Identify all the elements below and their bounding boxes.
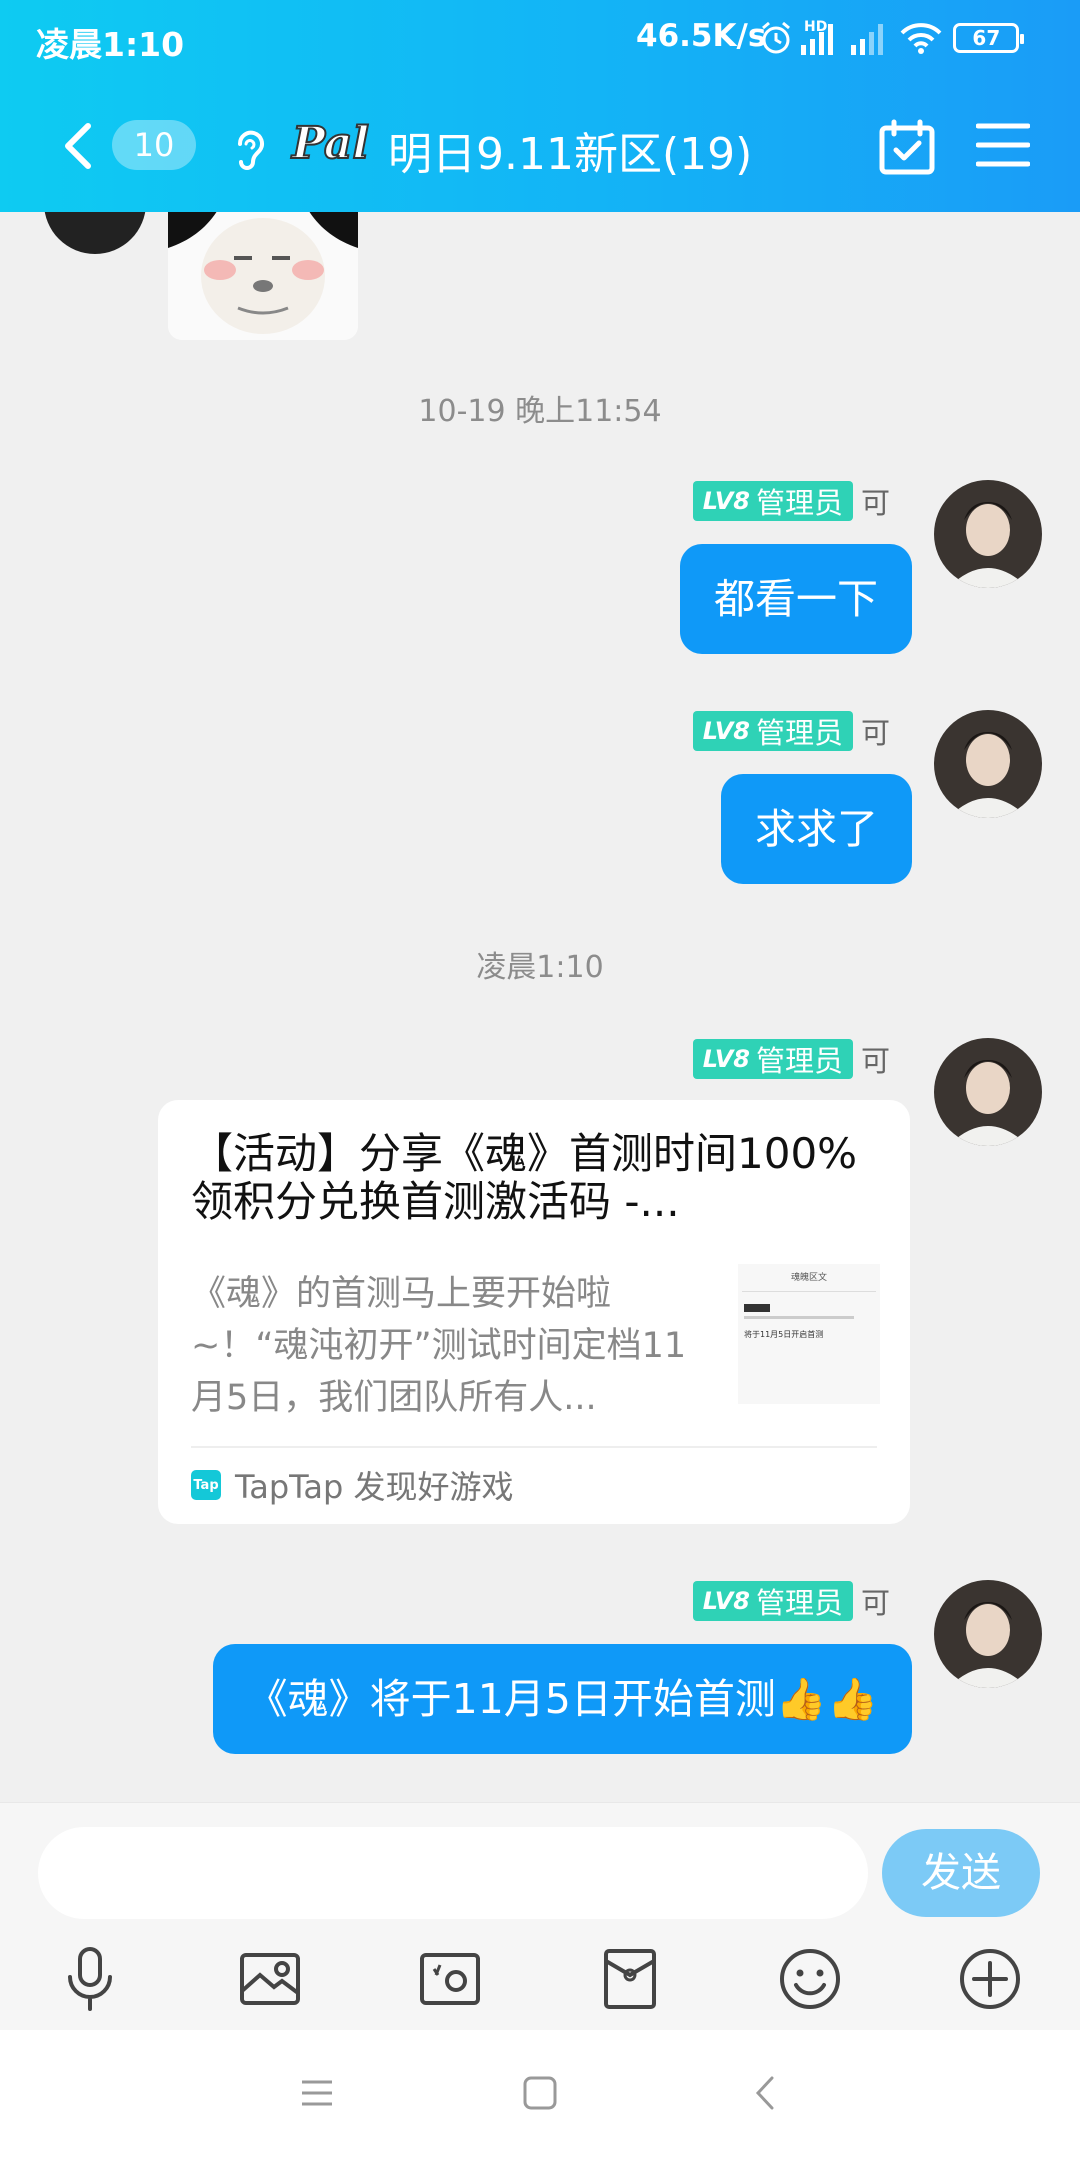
- sender-meta: LV8 管理员 可: [692, 1580, 890, 1622]
- status-icons: HD 67: [758, 18, 1025, 58]
- message-bubble[interactable]: 《魂》将于11月5日开始首测👍👍: [212, 1644, 912, 1754]
- thumb-divider: [742, 1291, 876, 1292]
- signal-icon-1: [801, 24, 834, 55]
- avatar-portrait-icon: [934, 1580, 1042, 1688]
- input-panel: 发送: [0, 1802, 1080, 2030]
- message-input[interactable]: [38, 1827, 868, 1919]
- group-logo-text: Pal: [290, 118, 369, 169]
- taptap-icon: Tap: [191, 1470, 221, 1500]
- avatar[interactable]: [44, 212, 146, 254]
- send-button[interactable]: 发送: [882, 1829, 1040, 1917]
- level-label: LV8: [702, 487, 750, 515]
- home-icon[interactable]: [515, 2068, 565, 2118]
- network-speed: 46.5K/s: [636, 18, 767, 54]
- thumb-heading: 魂魄区文: [790, 1273, 827, 1283]
- alarm-icon: [762, 21, 790, 54]
- microphone-icon[interactable]: [54, 1943, 126, 2015]
- ear-icon[interactable]: [228, 124, 272, 170]
- sender-nick: 可: [860, 1044, 890, 1078]
- level-label: LV8: [702, 1587, 750, 1615]
- emoji-icon[interactable]: [774, 1943, 846, 2015]
- card-title: 【活动】分享《魂》首测时间100%领积分兑换首测激活码 -...: [191, 1130, 858, 1226]
- admin-level-tag: LV8 管理员: [692, 481, 853, 521]
- recent-apps-icon[interactable]: [292, 2068, 342, 2118]
- back-icon[interactable]: [742, 2068, 792, 2118]
- role-label: 管理员: [755, 1044, 843, 1078]
- role-label: 管理员: [755, 1586, 843, 1620]
- chat-header: 凌晨1:10 46.5K/s HD 67 10 Pal 明日9.11新区(19): [0, 0, 1080, 212]
- message-bubble[interactable]: 都看一下: [680, 544, 912, 654]
- share-link-card[interactable]: 【活动】分享《魂》首测时间100%领积分兑换首测激活码 -... 《魂》的首测马…: [158, 1100, 910, 1524]
- calendar-check-icon[interactable]: [878, 118, 936, 176]
- group-title: 明日9.11新区(19): [388, 129, 753, 180]
- card-thumbnail: 魂魄区文 将于11月5日开启首测: [738, 1264, 880, 1404]
- red-packet-icon[interactable]: [594, 1943, 666, 2015]
- level-label: LV8: [702, 1045, 750, 1073]
- avatar-portrait-icon: [934, 710, 1042, 818]
- thumb-link-text: 将于11月5日开启首测: [744, 1330, 824, 1339]
- sender-meta: LV8 管理员 可: [692, 710, 890, 752]
- panda-sticker-icon: [168, 212, 358, 340]
- menu-icon[interactable]: [976, 120, 1030, 170]
- camera-icon[interactable]: [414, 1943, 486, 2015]
- avatar-portrait-icon: [934, 1038, 1042, 1146]
- timestamp-2: 凌晨1:10: [476, 950, 604, 985]
- card-description: 《魂》的首测马上要开始啦~！“魂沌初开”测试时间定档11月5日，我们团队所有人.…: [191, 1274, 687, 1418]
- signal-icon-2: [851, 24, 884, 55]
- message-bubble[interactable]: 求求了: [721, 774, 912, 884]
- role-label: 管理员: [755, 716, 843, 750]
- nav-bar: 10 Pal 明日9.11新区(19): [0, 100, 1080, 190]
- wifi-icon: [900, 23, 942, 54]
- sender-meta: LV8 管理员 可: [692, 1038, 890, 1080]
- plus-icon[interactable]: [954, 1943, 1026, 2015]
- input-toolbar: [0, 1943, 1080, 2023]
- group-logo: Pal: [289, 117, 370, 170]
- card-source-label: TapTap 发现好游戏: [235, 1468, 514, 1506]
- admin-level-tag: LV8 管理员: [692, 711, 853, 751]
- sender-avatar[interactable]: [934, 710, 1042, 818]
- sender-nick: 可: [860, 716, 890, 750]
- role-label: 管理员: [755, 486, 843, 520]
- sender-meta: LV8 管理员 可: [692, 480, 890, 522]
- sender-avatar[interactable]: [934, 1580, 1042, 1688]
- photo-icon[interactable]: [234, 1943, 306, 2015]
- sender-avatar[interactable]: [934, 1038, 1042, 1146]
- system-navigation-bar: [0, 2030, 1080, 2160]
- thumb-block: [744, 1304, 770, 1312]
- timestamp-1: 10-19 晚上11:54: [418, 394, 662, 429]
- status-time: 凌晨1:10: [36, 25, 185, 64]
- level-label: LV8: [702, 717, 750, 745]
- avatar-portrait-icon: [934, 480, 1042, 588]
- sender-avatar[interactable]: [934, 480, 1042, 588]
- thumb-line: [744, 1316, 854, 1319]
- battery-icon: 67: [953, 23, 1025, 53]
- sender-nick: 可: [860, 1586, 890, 1620]
- sticker-image[interactable]: [168, 212, 358, 340]
- admin-level-tag: LV8 管理员: [692, 1581, 853, 1621]
- unread-badge[interactable]: 10: [112, 120, 196, 170]
- back-arrow-icon[interactable]: [54, 118, 110, 174]
- status-bar: 凌晨1:10 46.5K/s HD 67: [0, 0, 1080, 76]
- battery-level: 67: [972, 26, 1001, 50]
- sender-nick: 可: [860, 486, 890, 520]
- card-divider: [191, 1446, 877, 1448]
- card-source: Tap TapTap 发现好游戏: [191, 1460, 514, 1510]
- message-list[interactable]: 10-19 晚上11:54 LV8 管理员 可 都看一下 LV8 管理员 可 求求了…: [0, 212, 1080, 1802]
- admin-level-tag: LV8 管理员: [692, 1039, 853, 1079]
